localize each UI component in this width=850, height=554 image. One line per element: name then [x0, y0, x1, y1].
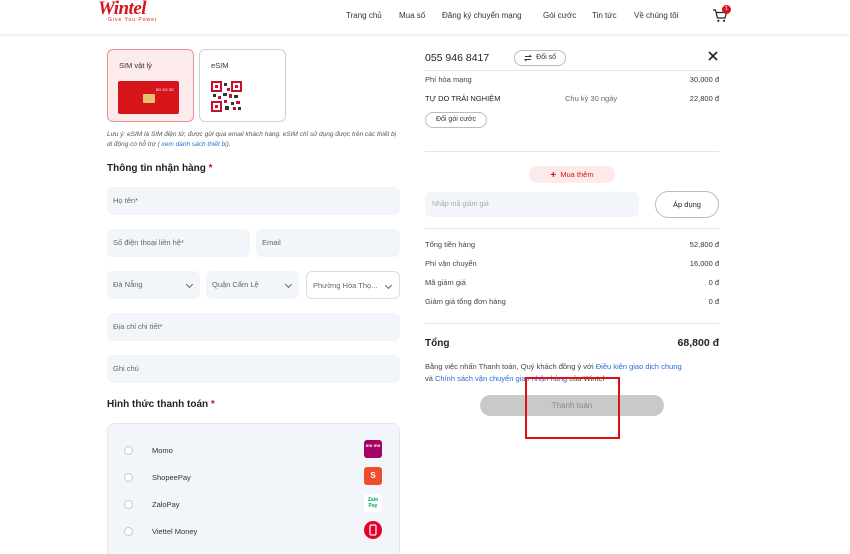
payment-name: Viettel Money — [152, 527, 198, 536]
nav-buy-number[interactable]: Mua số — [399, 11, 425, 20]
phone-input[interactable]: Số điện thoại liên hệ* — [107, 229, 250, 257]
payment-option-viettel-money[interactable]: Viettel Money — [108, 521, 401, 543]
payment-option-zalopay[interactable]: ZaloPay Zalo Pay — [108, 494, 401, 516]
sim-chip-icon — [143, 94, 155, 103]
network-fee-label: Phí hòa mạng — [425, 75, 472, 84]
qr-code-icon — [211, 81, 242, 112]
sim-card-image: 5G 4G 3G — [118, 81, 179, 114]
required-mark: * — [208, 163, 213, 174]
divider — [425, 151, 719, 152]
apply-promo-button[interactable]: Áp dụng — [655, 191, 719, 218]
terms-prefix: Bằng việc nhấn Thanh toán, Quý khách đồn… — [425, 362, 596, 371]
esim-note-end: ). — [226, 141, 231, 148]
divider — [425, 228, 719, 229]
momo-logo-icon: mo mo — [364, 440, 382, 458]
district-value: Quận Cẩm Lệ — [212, 280, 259, 289]
plan-name: TỰ DO TRẢI NGHIỆM — [425, 94, 501, 103]
wintel-logo[interactable]: Wintel Give You Power — [98, 0, 168, 26]
total-label: Tổng — [425, 338, 450, 349]
payment-name: ShopeePay — [152, 473, 191, 482]
promo-code-input[interactable]: Nhập mã giảm giá — [425, 192, 639, 217]
highlight-box — [525, 377, 620, 439]
payment-option-momo[interactable]: Momo mo mo — [108, 440, 401, 462]
sim-card-text: 5G 4G 3G — [155, 87, 174, 92]
divider — [425, 70, 719, 71]
plus-icon: + — [550, 170, 557, 181]
nav-home[interactable]: Trang chủ — [346, 11, 382, 20]
required-mark: * — [210, 399, 215, 410]
discount-code-label: Mã giảm giá — [425, 278, 466, 287]
close-icon[interactable] — [706, 49, 720, 63]
radio-button[interactable] — [124, 500, 133, 509]
device-list-link[interactable]: xem danh sách thiết bị — [160, 141, 227, 148]
change-number-label: Đổi số — [536, 54, 556, 61]
esim-option[interactable]: eSIM — [199, 49, 286, 122]
shipping-title-text: Thông tin nhận hàng — [107, 163, 206, 174]
esim-note-text: Lưu ý: eSIM là SIM điện tử, được gửi qua… — [107, 131, 397, 148]
chevron-down-icon — [384, 281, 393, 290]
subtotal-label: Tổng tiền hàng — [425, 240, 476, 249]
radio-button[interactable] — [124, 527, 133, 536]
radio-button[interactable] — [124, 473, 133, 482]
change-number-button[interactable]: Đổi số — [514, 50, 566, 66]
shopeepay-logo-icon: S — [364, 467, 382, 485]
note-input[interactable]: Ghi chú — [107, 355, 400, 383]
nav-news[interactable]: Tin tức — [592, 11, 617, 20]
general-terms-link[interactable]: Điều kiện giao dịch chung — [596, 362, 682, 371]
subtotal-value: 52,800 đ — [689, 240, 719, 249]
sim-physical-label: SIM vật lý — [119, 61, 152, 70]
buy-more-button[interactable]: + Mua thêm — [529, 166, 615, 183]
esim-label: eSIM — [211, 61, 229, 70]
nav-port-network[interactable]: Đăng ký chuyển mạng — [442, 11, 522, 20]
shipping-section-title: Thông tin nhận hàng * — [107, 163, 213, 174]
chevron-down-icon — [185, 280, 194, 289]
esim-note: Lưu ý: eSIM là SIM điện tử, được gửi qua… — [107, 130, 402, 150]
top-header: Wintel Give You Power Trang chủ Mua số Đ… — [0, 0, 850, 34]
shipping-fee-label: Phí vận chuyển — [425, 259, 477, 268]
divider — [425, 323, 719, 324]
selected-phone-number: 055 946 8417 — [425, 52, 490, 64]
discount-code-value: 0 đ — [708, 278, 719, 287]
ward-value: Phường Hòa Thọ... — [313, 281, 378, 290]
ward-select[interactable]: Phường Hòa Thọ... — [306, 271, 400, 299]
radio-button[interactable] — [124, 446, 133, 455]
shipping-fee-value: 16,000 đ — [689, 259, 719, 268]
address-input[interactable]: Địa chỉ chi tiết* — [107, 313, 400, 341]
buy-more-label: Mua thêm — [560, 170, 594, 179]
payment-methods-box: Momo mo mo ShopeePay S ZaloPay Zalo Pay … — [107, 423, 400, 554]
payment-option-shopeepay[interactable]: ShopeePay S — [108, 467, 401, 489]
payment-title-text: Hình thức thanh toán — [107, 399, 209, 410]
zalopay-logo-icon: Zalo Pay — [364, 494, 382, 512]
plan-price: 22,800 đ — [689, 94, 719, 103]
network-fee-value: 30,000 đ — [689, 75, 719, 84]
viettel-money-logo-icon — [364, 521, 382, 539]
full-name-input[interactable]: Họ tên* — [107, 187, 400, 215]
payment-section-title: Hình thức thanh toán * — [107, 399, 215, 410]
logo-tagline: Give You Power — [108, 17, 158, 23]
province-select[interactable]: Đà Nẵng — [107, 271, 200, 299]
plan-cycle: Chu kỳ 30 ngày — [565, 94, 618, 103]
order-discount-label: Giảm giá tổng đơn hàng — [425, 297, 506, 306]
district-select[interactable]: Quận Cẩm Lệ — [206, 271, 299, 299]
sim-physical-option[interactable]: SIM vật lý 5G 4G 3G — [107, 49, 194, 122]
total-value: 68,800 đ — [677, 337, 719, 349]
cart-count-badge: 1 — [722, 5, 731, 14]
terms-and: và — [425, 374, 436, 383]
change-plan-button[interactable]: Đổi gói cước — [425, 112, 487, 128]
payment-name: Momo — [152, 446, 173, 455]
payment-name: ZaloPay — [152, 500, 180, 509]
chevron-down-icon — [284, 280, 293, 289]
nav-plans[interactable]: Gói cước — [543, 11, 576, 20]
email-input[interactable]: Email — [256, 229, 400, 257]
nav-about[interactable]: Về chúng tôi — [634, 11, 678, 20]
order-discount-value: 0 đ — [708, 297, 719, 306]
swap-icon — [524, 54, 532, 62]
province-value: Đà Nẵng — [113, 280, 143, 289]
